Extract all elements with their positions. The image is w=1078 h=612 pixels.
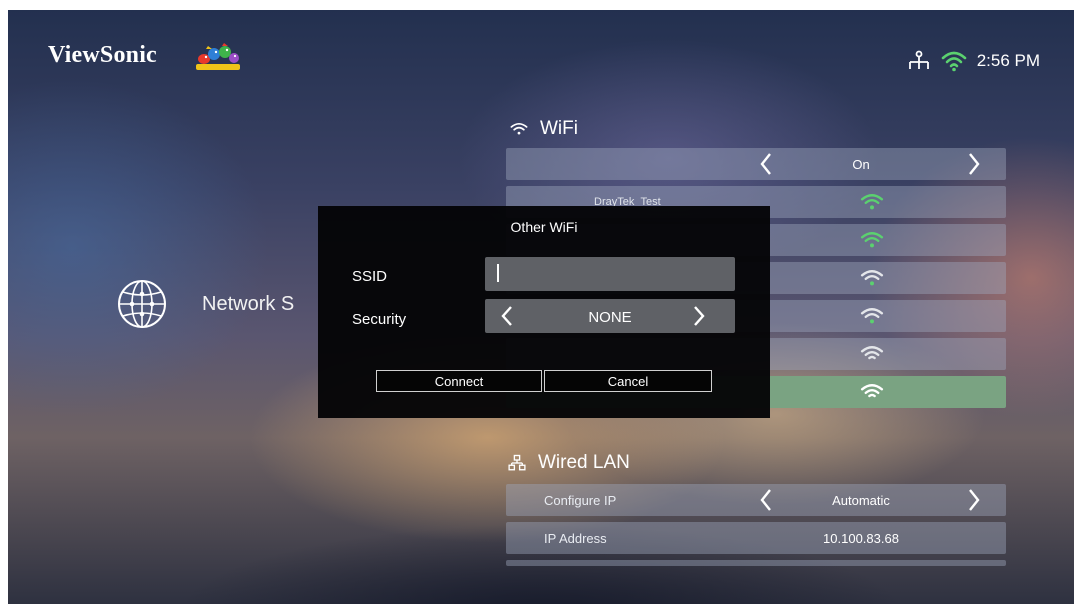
- chevron-left-icon[interactable]: [758, 487, 774, 513]
- cancel-button[interactable]: Cancel: [544, 370, 712, 392]
- wifi-status-icon: [941, 51, 966, 72]
- wifi-signal-icon: [860, 308, 884, 324]
- wired-lan-icon: [508, 454, 526, 471]
- wifi-signal-icon: [860, 232, 884, 248]
- chevron-left-icon[interactable]: [758, 151, 774, 177]
- status-bar: 2:56 PM: [907, 48, 1040, 74]
- security-label: Security: [352, 311, 407, 328]
- configure-ip-row[interactable]: Configure IP Automatic: [506, 484, 1006, 516]
- globe-icon: [118, 280, 166, 328]
- chevron-right-icon[interactable]: [966, 151, 982, 177]
- wired-network-icon: [908, 50, 929, 69]
- wifi-signal-icon: [860, 270, 884, 286]
- text-cursor: [497, 264, 499, 282]
- next-row-peek: [506, 560, 1006, 566]
- chevron-right-icon[interactable]: [691, 304, 707, 328]
- birds-logo-icon: [196, 43, 240, 70]
- wifi-title: WiFi: [540, 118, 578, 139]
- clock: 2:56 PM: [976, 51, 1040, 70]
- ssid-input[interactable]: [485, 257, 735, 291]
- projector-screen: ViewSonic 2:56 PM Network S WiFi On Dray…: [8, 10, 1074, 604]
- configure-ip-label: Configure IP: [544, 493, 617, 508]
- connect-button[interactable]: Connect: [376, 370, 542, 392]
- wifi-section-title: WiFi: [510, 118, 578, 140]
- wired-lan-section-title: Wired LAN: [508, 452, 630, 474]
- other-wifi-dialog: Other WiFi SSID Security NONE Connect Ca…: [318, 206, 770, 418]
- network-settings-label: Network S: [202, 292, 295, 315]
- ip-address-label: IP Address: [544, 531, 607, 546]
- wifi-signal-icon: [860, 384, 884, 398]
- network-settings-category[interactable]: Network S: [116, 278, 294, 330]
- wired-lan-title: Wired LAN: [538, 452, 630, 473]
- wifi-toggle-value: On: [852, 157, 870, 172]
- brand-logo: ViewSonic: [48, 42, 157, 68]
- dialog-title: Other WiFi: [510, 219, 578, 235]
- configure-ip-value: Automatic: [832, 493, 890, 508]
- wifi-toggle-row[interactable]: On: [506, 148, 1006, 180]
- ssid-label: SSID: [352, 268, 388, 285]
- wifi-signal-icon: [860, 346, 884, 360]
- wifi-signal-icon: [860, 194, 884, 210]
- chevron-right-icon[interactable]: [966, 487, 982, 513]
- security-selector[interactable]: NONE: [485, 299, 735, 333]
- ip-address-value: 10.100.83.68: [823, 531, 899, 546]
- ip-address-row: IP Address 10.100.83.68: [506, 522, 1006, 554]
- wifi-section-icon: [510, 122, 528, 135]
